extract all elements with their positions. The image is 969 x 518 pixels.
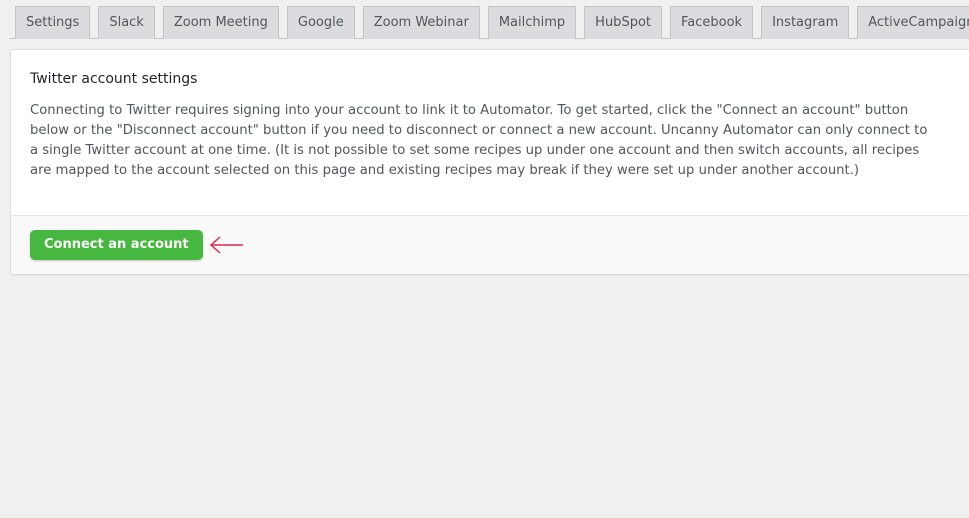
tab-facebook[interactable]: Facebook: [670, 6, 754, 39]
tab-zoom-webinar[interactable]: Zoom Webinar: [362, 6, 480, 39]
tab-zoom-meeting[interactable]: Zoom Meeting: [162, 6, 279, 39]
panel-body: Twitter account settings Connecting to T…: [11, 50, 969, 215]
tab-hubspot[interactable]: HubSpot: [584, 6, 662, 39]
tab-slack[interactable]: Slack: [98, 6, 155, 39]
left-arrow-icon: [209, 235, 245, 255]
connect-account-button[interactable]: Connect an account: [30, 230, 203, 260]
panel-title: Twitter account settings: [30, 71, 198, 87]
integration-tabs: Settings Slack Zoom Meeting Google Zoom …: [10, 6, 969, 39]
panel-description: Connecting to Twitter requires signing i…: [30, 103, 928, 178]
panel-footer: Connect an account: [11, 215, 969, 274]
tab-google[interactable]: Google: [286, 6, 355, 39]
tab-mailchimp[interactable]: Mailchimp: [487, 6, 577, 39]
tab-activecampaign[interactable]: ActiveCampaign: [857, 6, 969, 39]
tab-instagram[interactable]: Instagram: [761, 6, 850, 39]
twitter-settings-panel: Twitter account settings Connecting to T…: [10, 49, 969, 275]
tab-settings[interactable]: Settings: [15, 6, 91, 39]
